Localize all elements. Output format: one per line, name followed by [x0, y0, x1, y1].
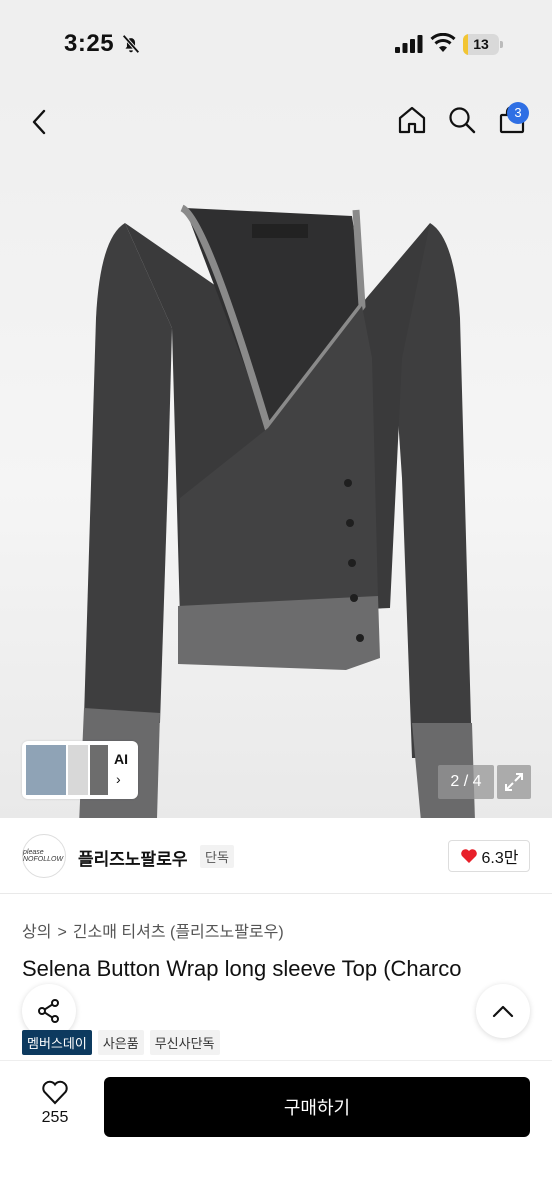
back-button[interactable] [22, 104, 58, 140]
thumbnail [68, 745, 88, 795]
exclusive-tag: 단독 [200, 845, 234, 868]
product-gallery[interactable]: AI › 2 / 4 [0, 88, 552, 818]
wishlist-count: 255 [41, 1109, 69, 1126]
chevron-right-icon: › [116, 771, 121, 787]
wifi-icon [430, 33, 456, 52]
image-counter: 2 / 4 [438, 765, 494, 799]
tag-gift: 사은품 [97, 1030, 144, 1055]
heart-icon [42, 1080, 68, 1105]
search-icon [449, 107, 476, 134]
cart-count-badge: 3 [507, 102, 529, 124]
breadcrumb: 상의 > 긴소매 티셔츠 (플리즈노팔로우) [22, 918, 284, 942]
brand-logo[interactable]: please NOFOLLOW [22, 834, 66, 878]
wishlist-button[interactable]: 255 [30, 1079, 80, 1135]
ai-look-thumbnails[interactable]: AI › [22, 741, 138, 799]
thumbnail [26, 745, 66, 795]
breadcrumb-separator: > [57, 924, 67, 941]
chevron-up-icon [492, 1005, 514, 1018]
share-icon [38, 999, 59, 1023]
buy-button[interactable]: 구매하기 [104, 1077, 530, 1137]
brand-row: please NOFOLLOW 플리즈노팔로우 단독 6.3만 [0, 818, 552, 894]
battery-icon: 13 [463, 34, 503, 55]
ai-label: AI [114, 751, 128, 767]
expand-button[interactable] [497, 765, 531, 799]
tag-members-day: 멤버스데이 [22, 1030, 92, 1055]
brand-like-count: 6.3만 [481, 850, 519, 867]
bottom-action-bar: 255 구매하기 [0, 1060, 552, 1200]
breadcrumb-category[interactable]: 상의 [22, 924, 51, 941]
product-image [79, 204, 475, 818]
bell-slash-icon [122, 34, 140, 54]
scroll-top-button[interactable] [476, 984, 530, 1038]
signal-icon [395, 35, 423, 53]
brand-logo-text: please NOFOLLOW [23, 849, 64, 863]
product-tags: 멤버스데이 사은품 무신사단독 [22, 1030, 220, 1055]
battery-level: 13 [473, 36, 489, 52]
home-icon [398, 106, 426, 134]
heart-icon [460, 849, 477, 863]
search-button[interactable] [444, 102, 480, 138]
expand-icon [505, 773, 523, 791]
brand-like-button[interactable]: 6.3만 [448, 840, 530, 872]
tag-musinsa-exclusive: 무신사단독 [149, 1030, 220, 1055]
home-button[interactable] [394, 102, 430, 138]
status-bar: 3:25 13 [0, 0, 552, 88]
thumbnail [90, 745, 108, 795]
breadcrumb-subcategory[interactable]: 긴소매 티셔츠 (플리즈노팔로우) [73, 924, 284, 941]
brand-name[interactable]: 플리즈노팔로우 [78, 845, 187, 870]
chevron-left-icon [32, 109, 46, 135]
product-title: Selena Button Wrap long sleeve Top (Char… [22, 956, 462, 981]
status-time: 3:25 [64, 30, 115, 57]
